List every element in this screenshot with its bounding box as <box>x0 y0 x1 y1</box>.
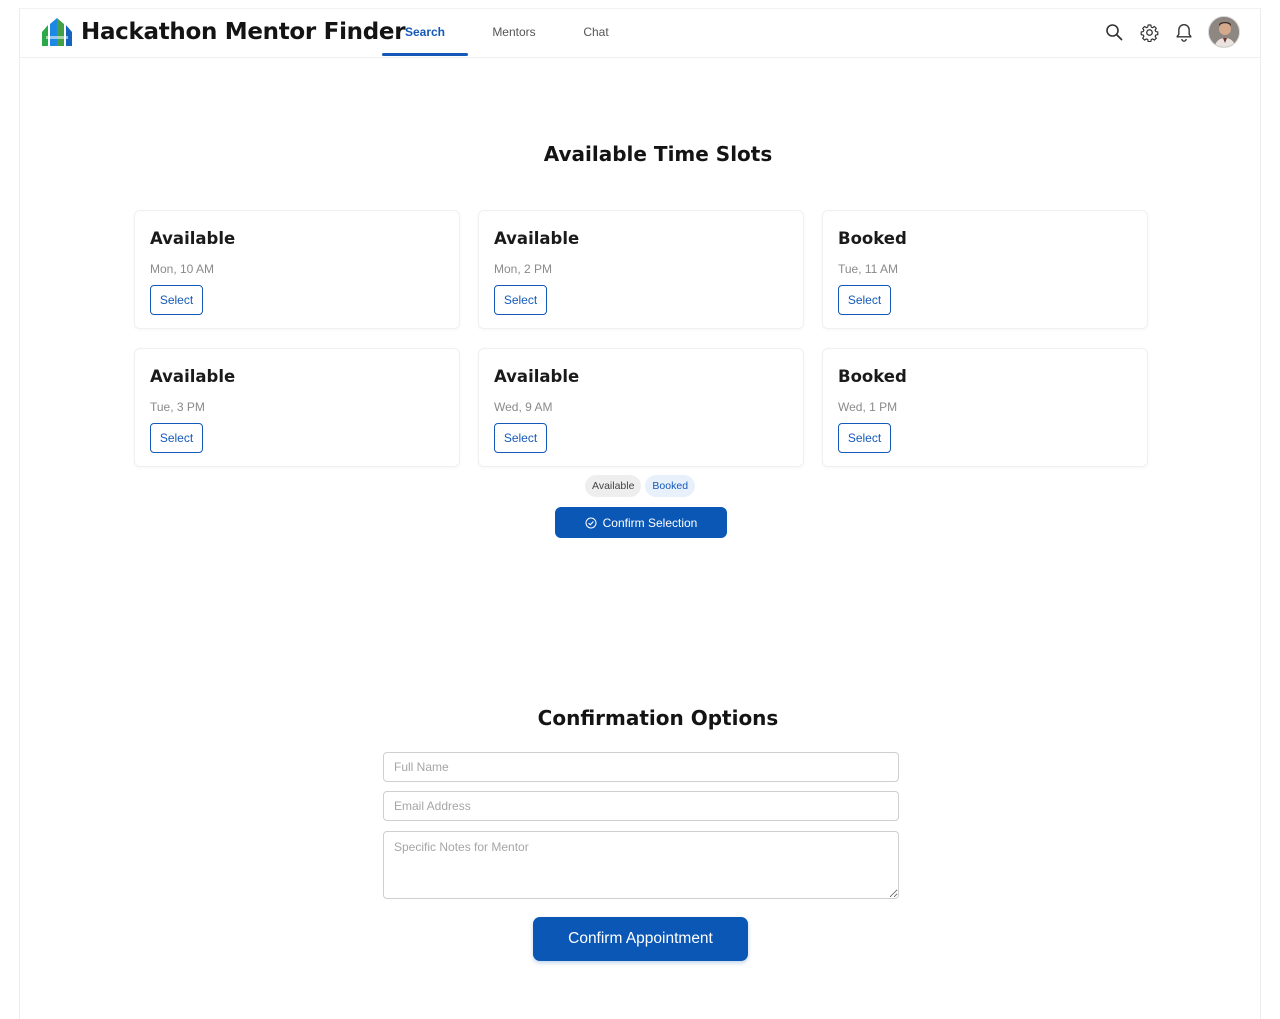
slot-status: Available <box>150 229 236 248</box>
slot-status: Booked <box>838 229 907 248</box>
email-field[interactable] <box>383 791 899 821</box>
legend-available-chip: Available <box>585 475 642 497</box>
main-nav: Search Mentors Chat <box>382 9 632 57</box>
avatar[interactable] <box>1208 16 1240 48</box>
slots-title: Available Time Slots <box>543 142 773 166</box>
search-icon[interactable] <box>1103 21 1125 43</box>
select-slot-button[interactable]: Select <box>494 423 547 453</box>
tab-search[interactable]: Search <box>382 9 468 56</box>
confirm-selection-button[interactable]: Confirm Selection <box>555 507 727 538</box>
slot-card: Available Mon, 2 PM Select <box>478 210 804 329</box>
slot-time: Tue, 11 AM <box>838 262 899 276</box>
slot-card: Available Tue, 3 PM Select <box>134 348 460 467</box>
slot-time: Wed, 9 AM <box>494 400 553 414</box>
slot-status: Booked <box>838 367 907 386</box>
slot-status: Available <box>150 367 236 386</box>
select-slot-button[interactable]: Select <box>838 423 891 453</box>
slot-time: Wed, 1 PM <box>838 400 898 414</box>
gear-icon[interactable] <box>1138 21 1160 43</box>
slot-status: Available <box>494 229 580 248</box>
select-slot-button[interactable]: Select <box>150 423 203 453</box>
confirmation-title: Confirmation Options <box>537 706 779 730</box>
brand[interactable]: Hackathon Mentor Finder <box>41 18 406 46</box>
confirm-appointment-button[interactable]: Confirm Appointment <box>533 917 748 961</box>
mentor-notes-field[interactable] <box>383 831 899 899</box>
slot-card: Available Mon, 10 AM Select <box>134 210 460 329</box>
tab-chat[interactable]: Chat <box>560 9 632 55</box>
app-title: Hackathon Mentor Finder <box>81 19 406 45</box>
slot-time: Tue, 3 PM <box>150 400 205 414</box>
confirm-selection-label: Confirm Selection <box>602 515 698 530</box>
bell-icon[interactable] <box>1173 21 1195 43</box>
select-slot-button[interactable]: Select <box>838 285 891 315</box>
top-header: Hackathon Mentor Finder Search Mentors C… <box>20 9 1260 58</box>
select-slot-button[interactable]: Select <box>150 285 203 315</box>
select-slot-button[interactable]: Select <box>494 285 547 315</box>
check-circle-icon <box>585 517 597 529</box>
full-name-field[interactable] <box>383 752 899 782</box>
slot-status: Available <box>494 367 580 386</box>
slot-time: Mon, 10 AM <box>150 262 215 276</box>
logo-icon <box>42 18 72 46</box>
tab-mentors[interactable]: Mentors <box>468 9 560 55</box>
header-tools <box>1090 16 1240 48</box>
slot-card: Available Wed, 9 AM Select <box>478 348 804 467</box>
status-legend: Available Booked <box>585 475 699 497</box>
slot-card: Booked Wed, 1 PM Select <box>822 348 1148 467</box>
legend-booked-chip: Booked <box>645 475 696 497</box>
slot-card: Booked Tue, 11 AM Select <box>822 210 1148 329</box>
slot-time: Mon, 2 PM <box>494 262 553 276</box>
app-frame: Hackathon Mentor Finder Search Mentors C… <box>19 8 1261 1019</box>
